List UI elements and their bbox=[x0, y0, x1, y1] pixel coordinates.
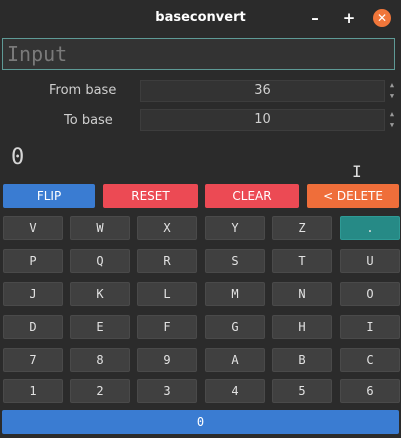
flip-button[interactable]: FLIP bbox=[3, 184, 95, 208]
key-h[interactable]: H bbox=[272, 315, 332, 339]
key-r[interactable]: R bbox=[137, 249, 197, 273]
key-j[interactable]: J bbox=[3, 282, 63, 306]
input-field-box[interactable] bbox=[2, 38, 395, 70]
text-cursor-icon: I bbox=[352, 162, 362, 181]
key-8[interactable]: 8 bbox=[70, 348, 130, 372]
to-base-label: To base bbox=[64, 113, 113, 128]
chevron-up-icon[interactable]: ▲ bbox=[386, 80, 398, 91]
to-base-spinbox[interactable]: 10 bbox=[140, 109, 385, 131]
key-dot[interactable]: . bbox=[340, 216, 400, 240]
key-q[interactable]: Q bbox=[70, 249, 130, 273]
maximize-icon[interactable]: + bbox=[340, 9, 358, 27]
key-b[interactable]: B bbox=[272, 348, 332, 372]
key-4[interactable]: 4 bbox=[205, 379, 265, 403]
key-0[interactable]: 0 bbox=[2, 410, 399, 434]
key-s[interactable]: S bbox=[205, 249, 265, 273]
key-x[interactable]: X bbox=[137, 216, 197, 240]
key-2[interactable]: 2 bbox=[70, 379, 130, 403]
key-n[interactable]: N bbox=[272, 282, 332, 306]
title-bar: baseconvert – + ✕ bbox=[0, 0, 401, 36]
clear-button[interactable]: CLEAR bbox=[205, 184, 299, 208]
key-v[interactable]: V bbox=[3, 216, 63, 240]
chevron-up-icon[interactable]: ▲ bbox=[386, 109, 398, 120]
from-base-stepper[interactable]: ▲ ▼ bbox=[386, 80, 398, 102]
key-p[interactable]: P bbox=[3, 249, 63, 273]
chevron-down-icon[interactable]: ▼ bbox=[386, 120, 398, 131]
from-base-label: From base bbox=[49, 83, 117, 98]
key-o[interactable]: O bbox=[340, 282, 400, 306]
minimize-icon[interactable]: – bbox=[306, 9, 324, 27]
close-icon[interactable]: ✕ bbox=[373, 9, 391, 27]
number-input[interactable] bbox=[3, 39, 394, 69]
key-a[interactable]: A bbox=[205, 348, 265, 372]
key-f[interactable]: F bbox=[137, 315, 197, 339]
chevron-down-icon[interactable]: ▼ bbox=[386, 91, 398, 102]
key-1[interactable]: 1 bbox=[3, 379, 63, 403]
key-9[interactable]: 9 bbox=[137, 348, 197, 372]
key-5[interactable]: 5 bbox=[272, 379, 332, 403]
key-i[interactable]: I bbox=[340, 315, 400, 339]
delete-button[interactable]: < DELETE bbox=[307, 184, 399, 208]
key-c[interactable]: C bbox=[340, 348, 400, 372]
key-t[interactable]: T bbox=[272, 249, 332, 273]
from-base-spinbox[interactable]: 36 bbox=[140, 80, 385, 102]
to-base-stepper[interactable]: ▲ ▼ bbox=[386, 109, 398, 131]
key-e[interactable]: E bbox=[70, 315, 130, 339]
key-y[interactable]: Y bbox=[205, 216, 265, 240]
key-6[interactable]: 6 bbox=[340, 379, 400, 403]
result-output: 0 bbox=[11, 145, 25, 170]
key-z[interactable]: Z bbox=[272, 216, 332, 240]
key-k[interactable]: K bbox=[70, 282, 130, 306]
key-3[interactable]: 3 bbox=[137, 379, 197, 403]
key-w[interactable]: W bbox=[70, 216, 130, 240]
key-g[interactable]: G bbox=[205, 315, 265, 339]
key-d[interactable]: D bbox=[3, 315, 63, 339]
key-7[interactable]: 7 bbox=[3, 348, 63, 372]
key-u[interactable]: U bbox=[340, 249, 400, 273]
key-m[interactable]: M bbox=[205, 282, 265, 306]
reset-button[interactable]: RESET bbox=[103, 184, 198, 208]
key-l[interactable]: L bbox=[137, 282, 197, 306]
